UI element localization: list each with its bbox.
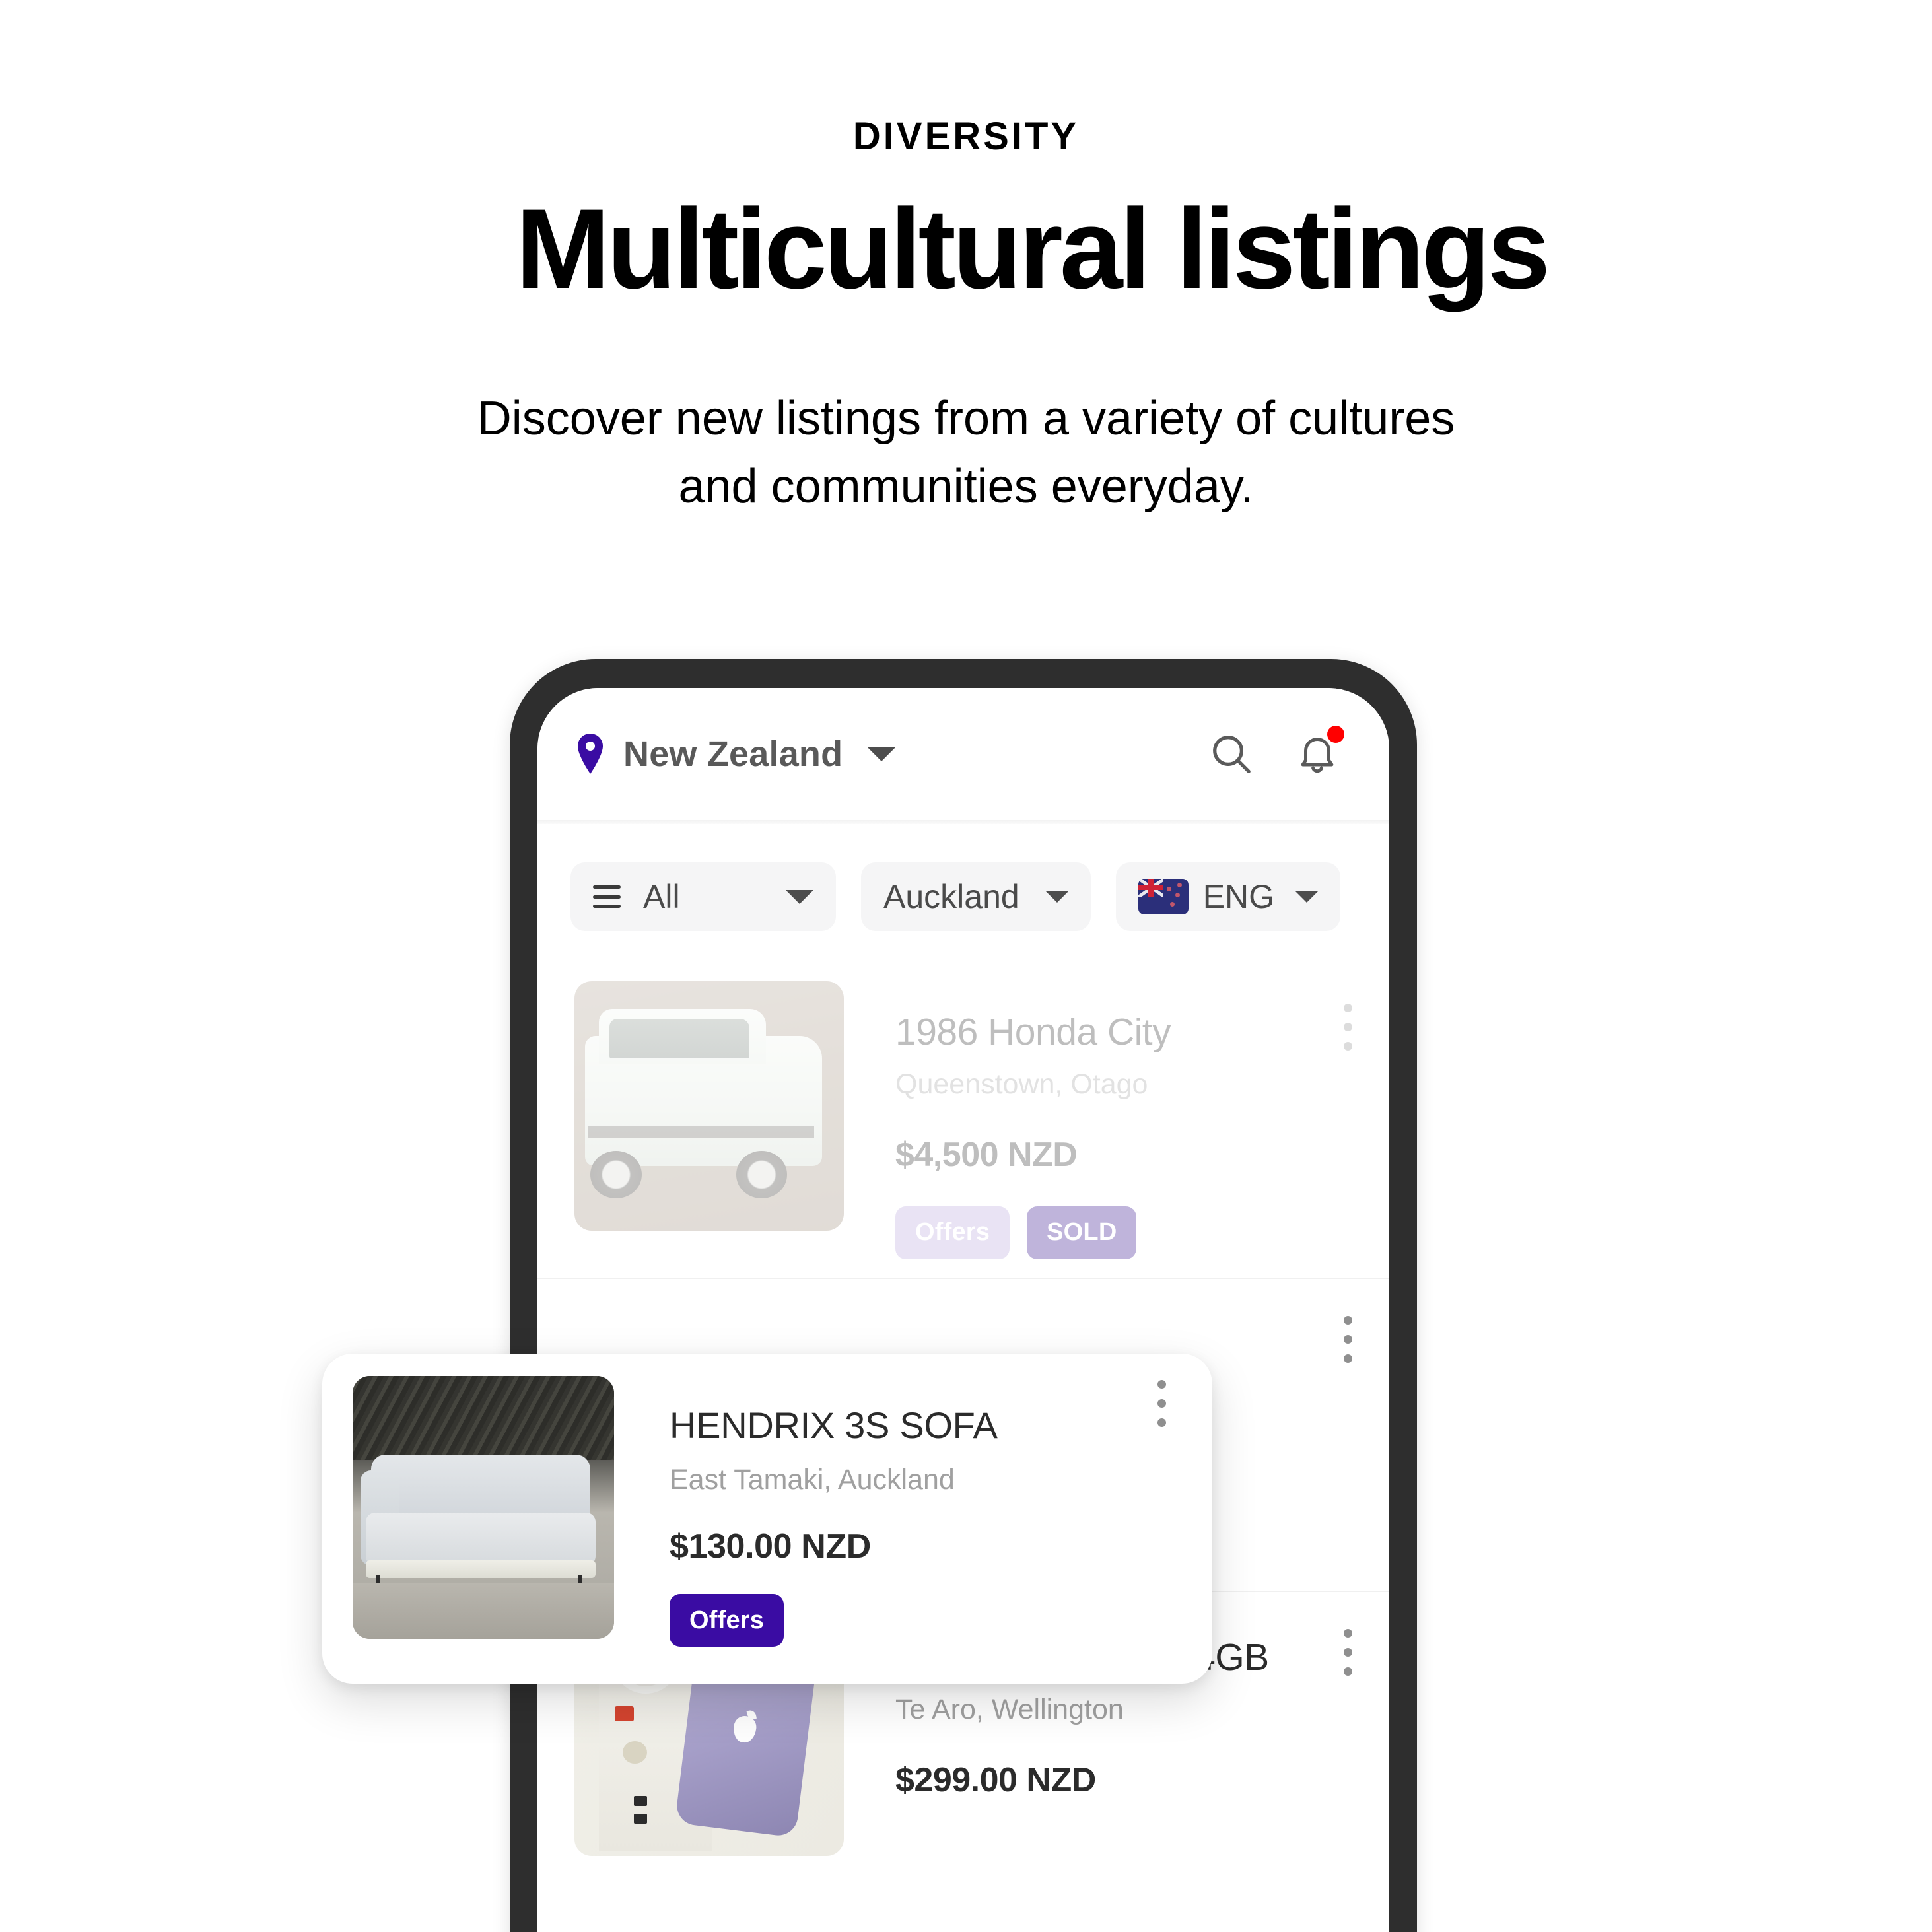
status-badge-offers[interactable]: Offers — [670, 1594, 784, 1647]
filter-bar: All Auckland ENG — [537, 824, 1389, 967]
chevron-down-icon — [786, 889, 813, 904]
listing-details: 1986 Honda City Queenstown, Otago $4,500… — [844, 981, 1352, 1259]
phone-screen: New Zealand All Auckland ENG 1986 Honda … — [537, 688, 1389, 1932]
filter-city[interactable]: Auckland — [861, 862, 1091, 931]
table-row[interactable]: 1986 Honda City Queenstown, Otago $4,500… — [537, 967, 1389, 1278]
filter-category[interactable]: All — [570, 862, 836, 931]
filter-language[interactable]: ENG — [1115, 862, 1341, 931]
chevron-down-icon — [1045, 891, 1068, 903]
bell-icon[interactable] — [1293, 726, 1344, 778]
notification-dot — [1327, 726, 1344, 743]
listing-tags: Offers SOLD — [895, 1206, 1352, 1259]
listing-price: $4,500 NZD — [895, 1135, 1078, 1174]
page-root: DIVERSITY Multicultural listings Discove… — [0, 0, 1932, 1932]
location-label: New Zealand — [623, 734, 843, 774]
location-selector[interactable]: New Zealand — [573, 734, 1207, 775]
more-vertical-icon[interactable] — [1343, 1004, 1352, 1051]
hero-section: DIVERSITY Multicultural listings Discove… — [0, 0, 1932, 520]
listing-title: 1986 Honda City — [895, 1011, 1171, 1053]
listing-location: East Tamaki, Auckland — [670, 1464, 955, 1496]
status-badge-offers[interactable]: Offers — [895, 1206, 1010, 1259]
phone-mockup: New Zealand All Auckland ENG 1986 Honda … — [510, 659, 1417, 1932]
nz-flag-icon — [1138, 879, 1189, 914]
listing-title: HENDRIX 3S SOFA — [670, 1404, 998, 1446]
listing-price: $130.00 NZD — [670, 1527, 871, 1566]
globe-icon — [385, 197, 491, 302]
more-vertical-icon[interactable] — [1157, 1380, 1166, 1427]
listing-price: $299.00 NZD — [895, 1760, 1096, 1799]
search-icon[interactable] — [1207, 730, 1256, 778]
listing-tags: Offers — [670, 1594, 1182, 1647]
location-pin-icon — [573, 734, 607, 775]
headline-row: Multicultural listings — [0, 191, 1932, 307]
chevron-down-icon — [1295, 891, 1319, 903]
listing-location: Te Aro, Wellington — [895, 1693, 1124, 1725]
listing-location: Queenstown, Otago — [895, 1068, 1148, 1100]
chevron-down-icon — [868, 747, 896, 761]
topbar-actions — [1207, 726, 1344, 778]
floating-listing-card[interactable]: HENDRIX 3S SOFA East Tamaki, Auckland $1… — [322, 1354, 1212, 1684]
filter-category-label: All — [643, 878, 680, 915]
hamburger-icon — [593, 885, 621, 908]
listing-photo-honda-city[interactable] — [574, 981, 844, 1231]
status-badge-sold: SOLD — [1027, 1206, 1137, 1259]
hero-subtitle: Discover new listings from a variety of … — [0, 385, 1932, 520]
hero-subtitle-line-2: and communities everyday. — [678, 460, 1254, 513]
filter-language-label: ENG — [1202, 878, 1275, 915]
page-title: Multicultural listings — [515, 186, 1550, 312]
hero-subtitle-line-1: Discover new listings from a variety of … — [477, 392, 1455, 446]
eyebrow-label: DIVERSITY — [852, 115, 1080, 158]
listing-photo-hendrix-sofa[interactable] — [353, 1376, 614, 1639]
app-topbar: New Zealand — [537, 688, 1389, 820]
floating-card-details: HENDRIX 3S SOFA East Tamaki, Auckland $1… — [614, 1376, 1182, 1647]
more-vertical-icon[interactable] — [1343, 1628, 1352, 1676]
filter-city-label: Auckland — [883, 878, 1019, 915]
more-vertical-icon[interactable] — [1343, 1315, 1352, 1363]
